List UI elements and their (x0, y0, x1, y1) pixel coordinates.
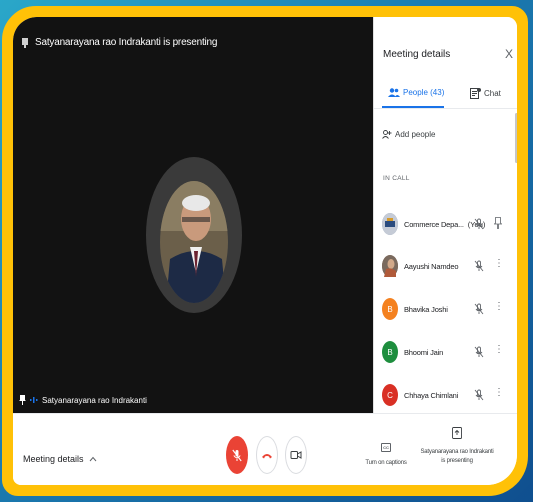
participant-row[interactable]: B Bhoomi Jain ⋮ (382, 340, 514, 364)
presenting-line: is presenting (441, 458, 473, 464)
add-people-button[interactable]: Add people (382, 130, 435, 139)
mic-off-icon (474, 303, 484, 315)
present-screen-icon (452, 427, 462, 439)
captions-button[interactable]: CC Turn on captions (363, 436, 409, 466)
tabs-divider (374, 108, 517, 109)
participant-avatar: B (382, 298, 398, 320)
org-logo-avatar (382, 213, 398, 235)
presenter-name-line: Satyanarayana rao Indrakanti (420, 449, 494, 455)
participant-row[interactable]: Commerce Depa... (You) (382, 212, 514, 236)
participant-row[interactable]: C Chhaya Chimlani ⋮ (382, 383, 514, 407)
mic-off-icon (474, 260, 484, 272)
video-stage[interactable]: Satyanarayana rao Indrakanti is presenti… (13, 17, 373, 413)
pin-icon[interactable] (494, 217, 502, 229)
mic-toggle-button[interactable] (226, 436, 248, 474)
presenting-icon (22, 38, 28, 48)
tab-chat[interactable]: Chat (470, 88, 501, 99)
participant-name: Bhoomi Jain (404, 347, 444, 357)
meet-screen: Satyanarayana rao Indrakanti is presenti… (13, 17, 517, 485)
close-icon[interactable]: X (505, 47, 513, 61)
participant-name: Aayushi Namdeo (404, 261, 459, 271)
leave-call-button[interactable] (256, 436, 278, 474)
participant-row[interactable]: Aayushi Namdeo ⋮ (382, 254, 514, 278)
meeting-details-panel: Meeting details X People (43) Chat Add p… (373, 17, 517, 413)
mic-off-icon (474, 218, 484, 230)
tab-people[interactable]: People (43) (388, 88, 444, 97)
meeting-details-button[interactable]: Meeting details (23, 454, 97, 464)
participant-avatar: C (382, 384, 398, 406)
more-options-icon[interactable]: ⋮ (494, 301, 504, 312)
tile-name: Satyanarayana rao Indrakanti (42, 395, 147, 405)
more-options-icon[interactable]: ⋮ (494, 258, 504, 269)
more-options-icon[interactable]: ⋮ (494, 344, 504, 355)
presenting-banner: Satyanarayana rao Indrakanti is presenti… (35, 37, 218, 48)
call-controls-bar: Meeting details CC Turn on captions Saty… (13, 413, 517, 485)
presenter-photo (160, 181, 228, 303)
yellow-frame: Satyanarayana rao Indrakanti is presenti… (2, 6, 528, 496)
participant-name: Commerce Depa... (404, 219, 464, 229)
chevron-up-icon (89, 456, 96, 462)
participant-photo (382, 255, 398, 277)
presenter-avatar (160, 181, 228, 303)
panel-title: Meeting details (383, 49, 451, 60)
participant-avatar (382, 213, 398, 235)
mic-off-icon (474, 346, 484, 358)
meeting-details-label: Meeting details (23, 454, 84, 464)
camera-toggle-button[interactable] (285, 436, 307, 474)
participant-avatar (382, 255, 398, 277)
camera-icon (290, 451, 302, 459)
in-call-heading: IN CALL (383, 175, 410, 182)
participant-name: Chhaya Chimlani (404, 390, 459, 400)
panel-scrollbar[interactable] (515, 113, 517, 163)
tab-chat-label: Chat (484, 89, 501, 98)
pin-icon[interactable] (19, 395, 26, 405)
add-people-label: Add people (395, 130, 436, 139)
audio-level-icon (30, 397, 38, 403)
participant-name: Bhavika Joshi (404, 304, 448, 314)
participant-row[interactable]: B Bhavika Joshi ⋮ (382, 297, 514, 321)
participant-avatar: B (382, 341, 398, 363)
presenting-status-button[interactable]: Satyanarayana rao Indrakanti is presenti… (417, 426, 497, 466)
captions-icon: CC (381, 443, 391, 452)
tile-name-label: Satyanarayana rao Indrakanti (19, 395, 147, 405)
presenting-status-label: Satyanarayana rao Indrakanti is presenti… (417, 448, 497, 466)
tab-people-label: People (43) (403, 88, 445, 97)
mic-off-icon (232, 449, 242, 461)
hang-up-icon (262, 453, 272, 458)
add-person-icon (382, 130, 392, 139)
chat-icon (470, 88, 481, 99)
captions-label: Turn on captions (365, 460, 407, 466)
window-frame: Satyanarayana rao Indrakanti is presenti… (0, 0, 533, 502)
mic-off-icon (474, 389, 484, 401)
more-options-icon[interactable]: ⋮ (494, 387, 504, 398)
people-icon (388, 88, 400, 97)
